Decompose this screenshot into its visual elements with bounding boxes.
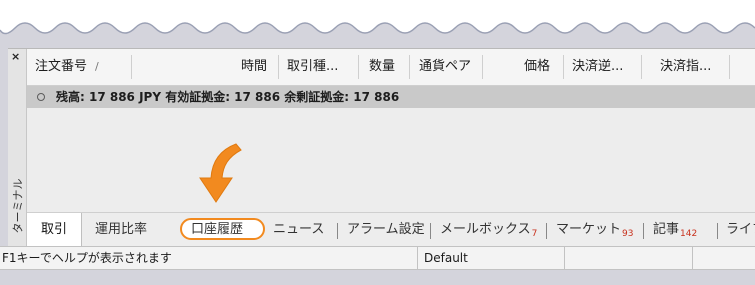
- tab-divider: [337, 223, 338, 239]
- tab-divider: [717, 223, 718, 239]
- balance-text: 残高: 17 886 JPY 有効証拠金: 17 886 余剰証拠金: 17 8…: [56, 90, 400, 104]
- tab-news[interactable]: ニュース: [273, 221, 324, 239]
- sort-indicator-icon: /: [95, 60, 99, 73]
- column-divider: [131, 55, 132, 79]
- tab-trade[interactable]: 取引: [27, 213, 82, 246]
- column-header-symbol[interactable]: 通貨ペア: [419, 49, 471, 85]
- tab-mailbox[interactable]: メールボックス7: [440, 221, 537, 243]
- pointing-arrow-icon: [199, 143, 242, 203]
- market-count-badge: 93: [622, 229, 634, 239]
- column-divider: [482, 55, 483, 79]
- column-header-price[interactable]: 価格: [524, 49, 550, 85]
- column-divider: [641, 55, 642, 79]
- close-icon[interactable]: ×: [11, 51, 20, 63]
- column-divider: [409, 55, 410, 79]
- status-divider: [692, 247, 693, 269]
- column-header-order-number[interactable]: 注文番号 /: [35, 49, 99, 85]
- table-header: 注文番号 / 時間 取引種... 数量 通貨ペア 価格 決済逆... 決済指...: [27, 49, 755, 86]
- terminal-window: × ターミナル 注文番号 / 時間 取引種... 数量 通貨ペア 価格 決済逆..…: [8, 48, 755, 247]
- status-profile[interactable]: Default: [424, 247, 468, 269]
- column-divider: [729, 55, 730, 79]
- status-divider: [564, 247, 565, 269]
- mailbox-count-badge: 7: [531, 229, 538, 239]
- status-help-text: F1キーでヘルプが表示されます: [2, 251, 172, 265]
- column-divider: [278, 55, 279, 79]
- column-header-take-profit[interactable]: 決済指...: [660, 49, 711, 85]
- tab-articles[interactable]: 記事142: [653, 221, 697, 243]
- status-divider: [417, 247, 418, 269]
- tab-live[interactable]: ライブ: [726, 221, 755, 239]
- tab-market[interactable]: マーケット93: [556, 221, 633, 243]
- tab-exposure[interactable]: 運用比率: [95, 221, 147, 239]
- balance-status-icon: [37, 93, 45, 101]
- column-header-time[interactable]: 時間: [241, 49, 267, 85]
- terminal-side-strip: × ターミナル: [8, 49, 27, 247]
- articles-count-badge: 142: [680, 229, 698, 239]
- balance-summary-row[interactable]: 残高: 17 886 JPY 有効証拠金: 17 886 余剰証拠金: 17 8…: [27, 86, 755, 108]
- tab-divider: [430, 223, 431, 239]
- status-bar: F1キーでヘルプが表示されます Default: [0, 246, 755, 270]
- tab-divider: [643, 223, 644, 239]
- column-divider: [563, 55, 564, 79]
- tab-divider: [546, 223, 547, 239]
- tab-alerts[interactable]: アラーム設定: [347, 221, 425, 239]
- terminal-side-title: ターミナル: [11, 178, 24, 234]
- tab-account-history[interactable]: 口座履歴: [191, 221, 243, 239]
- terminal-tabs: 取引 運用比率 口座履歴 ニュース アラーム設定 メールボックス7 マーケット9…: [27, 212, 755, 247]
- torn-edge-decoration: [0, 0, 755, 35]
- tab-label: 取引: [41, 222, 68, 237]
- column-divider: [358, 55, 359, 79]
- column-header-volume[interactable]: 数量: [369, 49, 395, 85]
- column-header-stop-loss[interactable]: 決済逆...: [572, 49, 623, 85]
- column-header-trade-type[interactable]: 取引種...: [287, 49, 338, 85]
